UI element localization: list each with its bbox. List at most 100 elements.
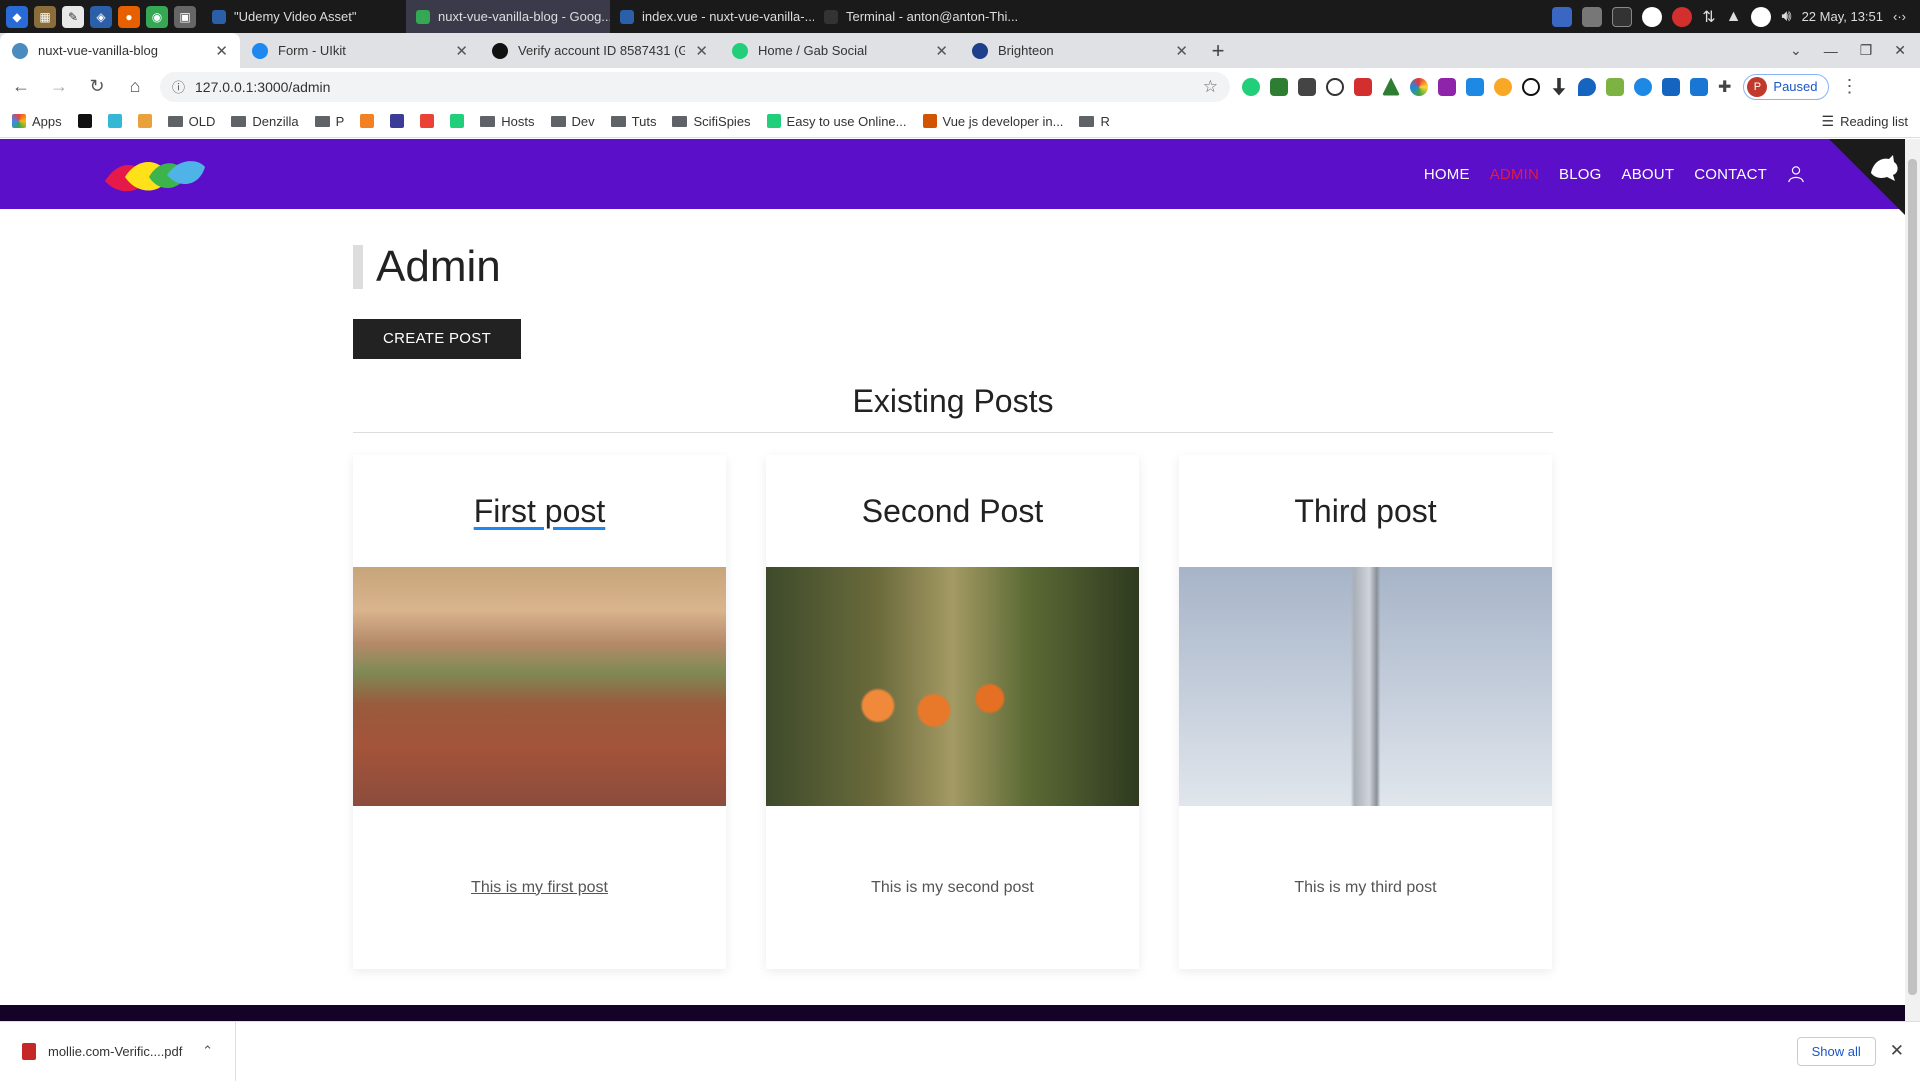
layers-extension-icon[interactable] — [1438, 77, 1456, 96]
bookmark-item-2[interactable] — [107, 114, 122, 128]
taskbar-window-2[interactable]: index.vue - nuxt-vue-vanilla-... — [610, 0, 814, 33]
vue-devtools-icon[interactable] — [1382, 77, 1400, 96]
close-tab-icon[interactable]: ✕ — [935, 42, 948, 60]
home-button[interactable]: ⌂ — [122, 74, 148, 100]
tray-vpn-icon[interactable] — [1642, 6, 1663, 27]
post-title[interactable]: Third post — [1179, 455, 1552, 567]
post-preview-text[interactable]: This is my second post — [766, 806, 1139, 969]
scrollbar-thumb[interactable] — [1908, 159, 1917, 995]
bookmark-item-5[interactable]: Denzilla — [231, 114, 299, 129]
post-preview-text[interactable]: This is my first post — [353, 806, 726, 969]
bookmark-item-0[interactable]: Apps — [12, 114, 62, 129]
reading-list-button[interactable]: ☰ Reading list — [1822, 113, 1909, 130]
bookmark-item-4[interactable]: OLD — [167, 114, 215, 129]
color-picker-extension-icon[interactable] — [1410, 77, 1428, 96]
inspect-extension-icon[interactable] — [1522, 77, 1540, 96]
offline-extension-icon[interactable] — [1298, 77, 1316, 96]
bookmark-item-15[interactable]: Easy to use Online... — [766, 114, 907, 129]
close-tab-icon[interactable]: ✕ — [215, 42, 228, 60]
nav-blog[interactable]: BLOG — [1559, 166, 1601, 183]
create-post-button[interactable]: CREATE POST — [353, 319, 522, 359]
bookmark-item-11[interactable]: Hosts — [480, 114, 535, 129]
zoom-extension-icon[interactable] — [1326, 77, 1344, 96]
bookmark-item-8[interactable] — [390, 114, 405, 128]
post-preview-text[interactable]: This is my third post — [1179, 806, 1552, 969]
github-corner[interactable] — [1829, 139, 1905, 219]
post-card[interactable]: First post This is my first post — [353, 455, 726, 969]
site-logo[interactable] — [103, 155, 207, 195]
bookmark-item-17[interactable]: R — [1079, 114, 1110, 129]
tab-search-icon[interactable]: ⌄ — [1790, 42, 1802, 59]
location-extension-icon[interactable] — [1578, 77, 1596, 96]
bookmark-item-14[interactable]: ScifiSpies — [672, 114, 751, 129]
bookmark-star-icon[interactable]: ☆ — [1203, 77, 1218, 97]
new-tab-button[interactable]: + — [1200, 33, 1236, 68]
tray-mega-icon[interactable] — [1672, 6, 1693, 27]
close-window-icon[interactable]: ✕ — [1894, 42, 1906, 59]
taskbar-window-1[interactable]: nuxt-vue-vanilla-blog - Goog... — [406, 0, 610, 33]
browser-tab-2[interactable]: Verify account ID 8587431 (GB ✕ — [480, 33, 720, 68]
page-scrollbar[interactable] — [1905, 139, 1920, 1021]
extensions-puzzle-icon[interactable]: ✚ — [1718, 77, 1731, 97]
address-bar[interactable]: ⓘ 127.0.0.1:3000/admin ☆ — [160, 71, 1230, 102]
bookmark-item-3[interactable] — [137, 114, 152, 128]
browser-tab-3[interactable]: Home / Gab Social ✕ — [720, 33, 960, 68]
post-title[interactable]: Second Post — [766, 455, 1139, 567]
maximize-icon[interactable]: ❐ — [1860, 42, 1873, 59]
editor-launcher-icon[interactable]: ✎ — [62, 5, 84, 28]
vscode-launcher-icon[interactable]: ◈ — [90, 5, 112, 28]
post-thumbnail[interactable] — [1179, 567, 1552, 806]
taskbar-window-0[interactable]: "Udemy Video Asset" — [202, 0, 406, 33]
bookmark-item-7[interactable] — [360, 114, 375, 128]
search-extension-icon[interactable] — [1634, 77, 1652, 96]
show-all-downloads-button[interactable]: Show all — [1796, 1036, 1876, 1066]
taskbar-window-3[interactable]: Terminal - anton@anton-Thi... — [814, 0, 1018, 33]
post-card[interactable]: Second Post This is my second post — [766, 455, 1139, 969]
close-tab-icon[interactable]: ✕ — [1175, 42, 1188, 60]
bookmark-item-10[interactable] — [450, 114, 465, 128]
close-download-bar-icon[interactable]: ✕ — [1890, 1041, 1904, 1061]
nav-home[interactable]: HOME — [1424, 166, 1470, 183]
files-launcher-icon[interactable]: ▦ — [34, 5, 56, 28]
printer-extension-icon[interactable] — [1606, 77, 1624, 96]
expand-tray-icon[interactable]: ‹·› — [1893, 9, 1906, 24]
bookmark-item-13[interactable]: Tuts — [610, 114, 656, 129]
minimize-icon[interactable]: — — [1824, 43, 1838, 59]
browser-tab-0[interactable]: nuxt-vue-vanilla-blog ✕ — [0, 33, 240, 68]
grammar-extension-icon[interactable] — [1270, 77, 1288, 96]
site-info-icon[interactable]: ⓘ — [172, 77, 185, 96]
tray-files-icon[interactable] — [1582, 6, 1603, 27]
bookmark-item-6[interactable]: P — [314, 114, 344, 129]
nav-contact[interactable]: CONTACT — [1694, 166, 1767, 183]
firefox-launcher-icon[interactable]: ● — [118, 5, 140, 28]
tray-app-icon[interactable] — [1552, 6, 1573, 27]
post-title[interactable]: First post — [353, 455, 726, 567]
bookmark-item-12[interactable]: Dev — [550, 114, 595, 129]
post-thumbnail[interactable] — [353, 567, 726, 806]
user-icon[interactable] — [1787, 165, 1805, 183]
whisker-menu-icon[interactable]: ◆ — [6, 5, 28, 28]
info-extension-icon[interactable] — [1662, 77, 1680, 96]
forward-button[interactable]: → — [46, 74, 72, 100]
nav-admin[interactable]: ADMIN — [1490, 166, 1539, 183]
clock[interactable]: 22 May, 13:51 — [1802, 9, 1883, 24]
settings-extension-icon[interactable] — [1494, 77, 1512, 96]
volume-icon[interactable]: 🔊︎ — [1781, 8, 1791, 26]
close-tab-icon[interactable]: ✕ — [695, 42, 708, 60]
nav-about[interactable]: ABOUT — [1622, 166, 1675, 183]
chrome-launcher-icon[interactable]: ◉ — [146, 5, 168, 28]
chevron-up-icon[interactable]: ⌃ — [202, 1043, 213, 1059]
network-icon[interactable]: ⇅ — [1702, 7, 1715, 27]
bookmark-item-16[interactable]: Vue js developer in... — [922, 114, 1063, 129]
post-card[interactable]: Third post This is my third post — [1179, 455, 1552, 969]
post-thumbnail[interactable] — [766, 567, 1139, 806]
profile-button[interactable]: P Paused — [1743, 73, 1829, 100]
gab-extension-icon[interactable] — [1242, 77, 1260, 96]
reload-button[interactable]: ↻ — [84, 74, 110, 100]
power-icon[interactable] — [1751, 6, 1772, 27]
bookmark-item-9[interactable] — [420, 114, 435, 128]
browser-tab-4[interactable]: Brighteon ✕ — [960, 33, 1200, 68]
back-button[interactable]: ← — [8, 74, 34, 100]
updates-icon[interactable]: ▲ — [1726, 8, 1742, 26]
bookmark-item-1[interactable] — [77, 114, 92, 128]
